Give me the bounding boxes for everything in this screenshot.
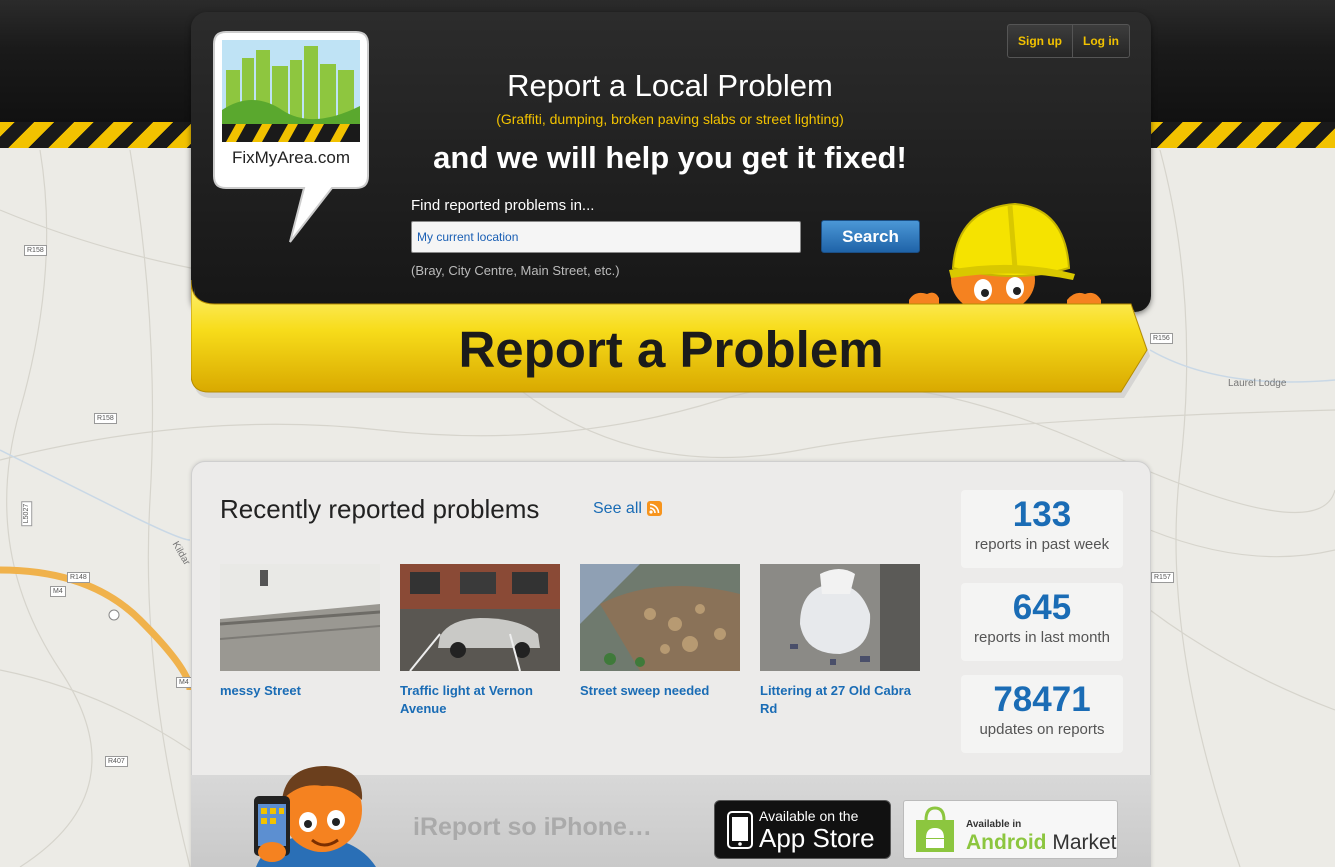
road-label: R157 (1151, 572, 1174, 583)
logo-text: FixMyArea.com (231, 148, 351, 167)
problem-card[interactable]: messy Street (220, 564, 380, 700)
android-word: Android (966, 831, 1047, 854)
road-label: R407 (105, 756, 128, 767)
recent-problems-heading: Recently reported problems (220, 494, 540, 524)
search-hint: (Bray, City Centre, Main Street, etc.) (411, 263, 620, 278)
problem-title[interactable]: Street sweep needed (580, 682, 740, 700)
login-button[interactable]: Log in (1072, 25, 1129, 57)
stat-label: updates on reports (979, 721, 1105, 738)
hero-subtitle: (Graffiti, dumping, broken paving slabs … (496, 111, 844, 127)
signup-button[interactable]: Sign up (1008, 25, 1072, 57)
android-bag-icon (916, 806, 954, 852)
place-label: Laurel Lodge (1228, 378, 1287, 389)
stat-value: 133 (1012, 495, 1072, 534)
road-label: M4 (176, 677, 192, 688)
road-label: R158 (24, 245, 47, 256)
stat-box: 78471 updates on reports (961, 675, 1123, 753)
stat-box: 645 reports in last month (961, 583, 1123, 661)
android-market-badge[interactable]: Available in Android Market (903, 800, 1118, 859)
stat-label: reports in last month (974, 629, 1110, 646)
location-input[interactable] (411, 221, 801, 253)
hero-title: Report a Local Problem (507, 68, 833, 103)
market-word: Market (1052, 831, 1117, 854)
search-label: Find reported problems in... (411, 197, 595, 214)
road-label: M4 (50, 586, 66, 597)
city-skyline-speech-bubble-icon (213, 31, 369, 243)
site-logo[interactable]: FixMyArea.com (212, 30, 370, 244)
appstore-small-text: Available on the (759, 808, 859, 824)
ireport-text: iReport so iPhone… (413, 813, 652, 841)
mascot-phone-icon (254, 766, 376, 867)
problem-title[interactable]: Traffic light at Vernon Avenue (400, 682, 560, 718)
appstore-big-text: App Store (759, 823, 875, 853)
road-label: R148 (67, 572, 90, 583)
stat-value: 645 (1012, 588, 1072, 627)
stat-value: 78471 (993, 680, 1091, 719)
app-store-badge[interactable]: Available on the App Store (714, 800, 891, 859)
problem-title[interactable]: messy Street (220, 682, 380, 700)
problem-card[interactable]: Traffic light at Vernon Avenue (400, 564, 560, 718)
see-all-link[interactable]: See all (593, 500, 642, 518)
android-small-text: Available in (966, 819, 1022, 830)
problem-card[interactable]: Littering at 27 Old Cabra Rd (760, 564, 920, 718)
android-big-text: Android Market (966, 831, 1117, 855)
rss-icon[interactable] (647, 501, 662, 516)
phone-icon (727, 811, 753, 849)
stat-label: reports in past week (974, 536, 1110, 553)
problem-title[interactable]: Littering at 27 Old Cabra Rd (760, 682, 920, 718)
problem-card[interactable]: Street sweep needed (580, 564, 740, 700)
hero-tagline: and we will help you get it fixed! (433, 140, 907, 175)
report-problem-label[interactable]: Report a Problem (191, 320, 1151, 379)
stat-box: 133 reports in past week (961, 490, 1123, 568)
auth-box: Sign up Log in (1007, 24, 1130, 58)
problem-thumbnail[interactable] (400, 564, 560, 671)
problem-thumbnail[interactable] (760, 564, 920, 671)
problem-thumbnail[interactable] (580, 564, 740, 671)
road-label: L5027 (21, 500, 33, 527)
problem-thumbnail[interactable] (220, 564, 380, 671)
road-label: R158 (94, 413, 117, 424)
